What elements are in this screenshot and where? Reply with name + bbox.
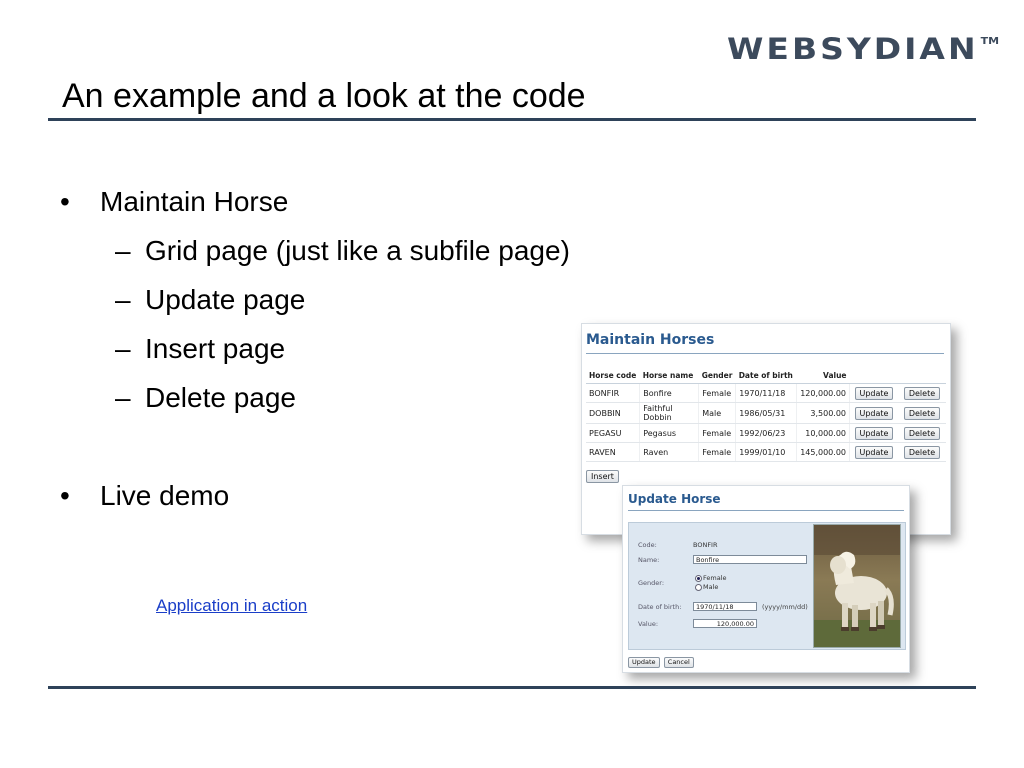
- cell-value: 120,000.00: [796, 383, 851, 403]
- websydian-logo: WEBSYDIAN TM: [727, 34, 999, 64]
- cell-code: DOBBIN: [586, 402, 641, 424]
- cell-name: Faithful Dobbin: [639, 402, 700, 424]
- cell-update: Update: [849, 423, 898, 443]
- insert-button[interactable]: Insert: [586, 470, 619, 483]
- gender-radio-female[interactable]: Female: [695, 574, 727, 582]
- col-header-value: Value: [796, 368, 850, 384]
- table-row: RAVEN Raven Female 1999/01/10 145,000.00…: [586, 442, 946, 462]
- cell-delete: Delete: [898, 402, 946, 424]
- update-page-screenshot: Update Horse Code: BONFIR Name: Bonfire …: [622, 485, 910, 673]
- horse-photo-graphic: [814, 525, 900, 647]
- col-header-gender: Gender: [698, 368, 736, 384]
- update-submit-button[interactable]: Update: [628, 657, 660, 668]
- cell-update: Update: [849, 383, 898, 403]
- col-header-update: [849, 368, 898, 384]
- table-row: BONFIR Bonfire Female 1970/11/18 120,000…: [586, 383, 946, 403]
- bullet-dash: –: [115, 382, 131, 413]
- delete-button[interactable]: Delete: [903, 406, 941, 420]
- delete-button[interactable]: Delete: [903, 426, 941, 440]
- cell-gender: Female: [698, 383, 737, 403]
- slide-title: An example and a look at the code: [62, 77, 586, 115]
- bullet-text: Maintain Horse: [100, 186, 289, 217]
- grid-title-rule: [586, 353, 944, 354]
- sub-bullet-text: Delete page: [145, 382, 297, 413]
- horse-grid: Horse code Horse name Gender Date of bir…: [586, 368, 946, 462]
- cell-code: RAVEN: [586, 442, 641, 462]
- cell-value: 3,500.00: [796, 402, 851, 424]
- cell-dob: 1986/05/31: [735, 402, 797, 424]
- cell-delete: Delete: [898, 423, 946, 443]
- update-button[interactable]: Update: [854, 426, 894, 440]
- title-divider: [48, 118, 976, 121]
- cell-gender: Female: [698, 442, 737, 462]
- application-in-action-link[interactable]: Application in action: [156, 596, 307, 616]
- update-button[interactable]: Update: [854, 445, 894, 459]
- cell-code: BONFIR: [586, 383, 641, 403]
- update-button[interactable]: Update: [854, 406, 894, 420]
- sub-bullet-text: Insert page: [145, 333, 286, 364]
- cell-dob: 1992/06/23: [735, 423, 797, 443]
- cancel-button[interactable]: Cancel: [663, 657, 694, 668]
- sub-bullet-text: Update page: [145, 284, 306, 315]
- cell-code: PEGASU: [586, 423, 641, 443]
- cell-delete: Delete: [898, 442, 946, 462]
- gender-option-female: Female: [703, 574, 727, 582]
- col-header-delete: [898, 368, 946, 384]
- bullet-text: Live demo: [100, 480, 230, 511]
- update-button[interactable]: Update: [854, 386, 894, 400]
- dob-input[interactable]: 1970/11/18: [693, 602, 757, 611]
- horse-photo: [813, 524, 901, 648]
- grid-header-row: Horse code Horse name Gender Date of bir…: [586, 368, 946, 384]
- cell-name: Raven: [639, 442, 700, 462]
- logo-text: WEBSYDIAN: [727, 31, 979, 67]
- footer-divider: [48, 686, 976, 689]
- radio-empty-icon: [695, 583, 702, 591]
- cell-delete: Delete: [898, 383, 946, 403]
- grid-page-title: Maintain Horses: [586, 332, 715, 348]
- bullet-dash: –: [115, 284, 131, 315]
- col-header-code: Horse code: [586, 368, 640, 384]
- name-input[interactable]: Bonfire: [693, 555, 807, 564]
- gender-label: Gender:: [638, 579, 665, 587]
- value-label: Value:: [638, 620, 659, 628]
- update-page-title: Update Horse: [628, 492, 721, 506]
- code-value: BONFIR: [693, 541, 718, 549]
- cell-gender: Male: [698, 402, 737, 424]
- bullet-dot: •: [60, 186, 70, 217]
- delete-button[interactable]: Delete: [903, 386, 941, 400]
- trademark-mark: TM: [980, 34, 1000, 47]
- cell-name: Bonfire: [639, 383, 700, 403]
- cell-dob: 1970/11/18: [735, 383, 797, 403]
- col-header-dob: Date of birth: [735, 368, 797, 384]
- name-label: Name:: [638, 556, 660, 564]
- radio-selected-icon: [695, 574, 702, 582]
- cell-value: 145,000.00: [796, 442, 851, 462]
- cell-gender: Female: [698, 423, 737, 443]
- col-header-name: Horse name: [639, 368, 699, 384]
- cell-update: Update: [849, 402, 898, 424]
- dob-format-hint: (yyyy/mm/dd): [762, 603, 808, 611]
- table-row: PEGASU Pegasus Female 1992/06/23 10,000.…: [586, 423, 946, 443]
- gender-option-male: Male: [703, 583, 719, 591]
- bullet-dot: •: [60, 480, 70, 511]
- cell-dob: 1999/01/10: [735, 442, 797, 462]
- value-input[interactable]: 120,000.00: [693, 619, 757, 628]
- cell-name: Pegasus: [639, 423, 700, 443]
- delete-button[interactable]: Delete: [903, 445, 941, 459]
- update-title-rule: [628, 510, 904, 511]
- gender-radio-male[interactable]: Male: [695, 583, 718, 591]
- sub-bullet-text: Grid page (just like a subfile page): [145, 235, 570, 266]
- bullet-dash: –: [115, 235, 131, 266]
- code-label: Code:: [638, 541, 657, 549]
- cell-value: 10,000.00: [796, 423, 851, 443]
- table-row: DOBBIN Faithful Dobbin Male 1986/05/31 3…: [586, 402, 946, 424]
- bullet-dash: –: [115, 333, 131, 364]
- dob-label: Date of birth:: [638, 603, 682, 611]
- cell-update: Update: [849, 442, 898, 462]
- form-button-row: Update Cancel: [628, 657, 696, 668]
